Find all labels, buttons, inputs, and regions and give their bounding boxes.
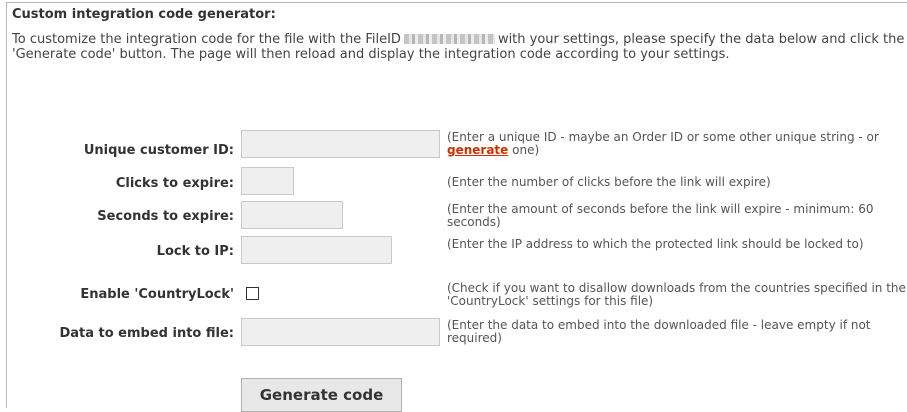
embed-data-input[interactable] — [241, 318, 440, 346]
intro-text-before: To customize the integration code for th… — [12, 32, 401, 47]
customer-id-hint-before: (Enter a unique ID - maybe an Order ID o… — [447, 130, 879, 144]
redacted-fileid — [403, 34, 495, 44]
customer-id-input[interactable] — [241, 130, 440, 158]
customer-id-label: Unique customer ID: — [83, 143, 234, 158]
page-title: Custom integration code generator: — [12, 7, 276, 22]
seconds-hint: (Enter the amount of seconds before the … — [447, 202, 874, 229]
embed-data-hint: (Enter the data to embed into the downlo… — [447, 318, 871, 345]
clicks-hint: (Enter the number of clicks before the l… — [447, 175, 771, 189]
lock-ip-label: Lock to IP: — [156, 244, 234, 259]
clicks-label: Clicks to expire: — [115, 176, 234, 191]
embed-data-label: Data to embed into file: — [59, 326, 234, 341]
intro-text: To customize the integration code for th… — [12, 32, 907, 62]
seconds-input[interactable] — [241, 201, 343, 229]
lock-ip-input[interactable] — [241, 236, 392, 264]
lock-ip-hint: (Enter the IP address to which the prote… — [447, 237, 864, 251]
customer-id-hint: (Enter a unique ID - maybe an Order ID o… — [447, 131, 907, 157]
seconds-label: Seconds to expire: — [97, 209, 234, 224]
country-lock-hint: (Check if you want to disallow downloads… — [447, 281, 906, 308]
clicks-input[interactable] — [241, 167, 294, 195]
country-lock-label: Enable 'CountryLock' — [80, 287, 234, 302]
generate-id-link[interactable]: generate — [447, 143, 508, 157]
customer-id-hint-after: one) — [508, 143, 540, 157]
country-lock-checkbox[interactable] — [246, 287, 259, 300]
generate-code-button[interactable]: Generate code — [241, 378, 402, 412]
